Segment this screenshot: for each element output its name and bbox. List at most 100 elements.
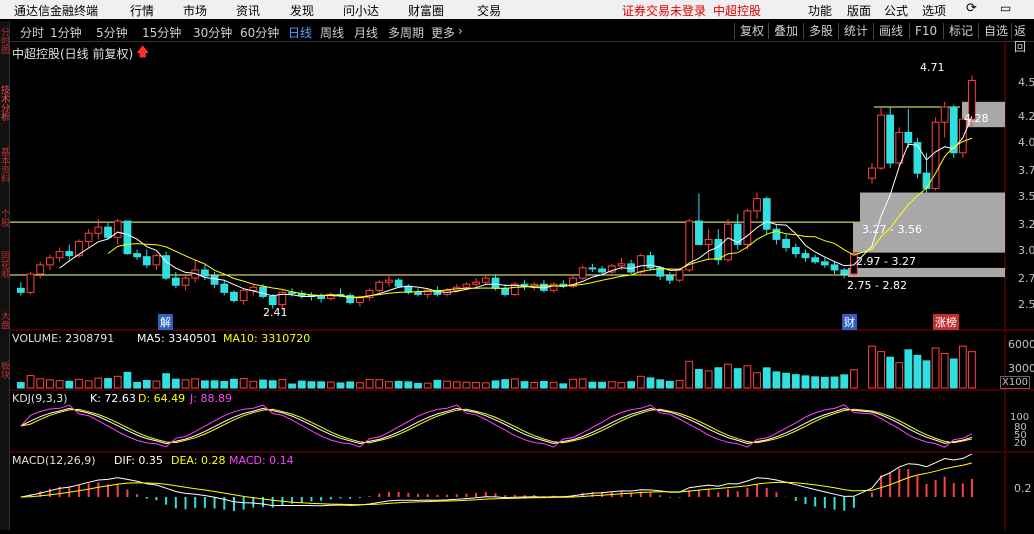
volume-bar bbox=[904, 349, 913, 389]
volume-bar bbox=[724, 363, 732, 389]
menu-item-xuanxiang[interactable]: 选项 bbox=[922, 2, 946, 19]
volume-bar bbox=[278, 379, 287, 389]
candle-body bbox=[394, 279, 403, 287]
overlay-button[interactable]: 叠加 bbox=[768, 23, 803, 39]
volume-bar bbox=[181, 379, 190, 389]
f10-button[interactable]: F10 bbox=[909, 23, 942, 39]
tab-daily[interactable]: 日线 bbox=[288, 24, 312, 41]
multi-stock-button[interactable]: 多股 bbox=[803, 23, 838, 39]
minimize-icon[interactable]: ▭ bbox=[1000, 1, 1011, 15]
candle-body bbox=[375, 281, 384, 291]
menu-item-banmian[interactable]: 版面 bbox=[847, 2, 871, 19]
up-arrow-icon: 🡅 bbox=[136, 45, 150, 60]
menu-item-gongshi[interactable]: 公式 bbox=[884, 2, 908, 19]
menu-item-wenxiaoda[interactable]: 问小达 bbox=[343, 2, 379, 19]
tab-more[interactable]: 更多 bbox=[431, 24, 455, 41]
volume-bar bbox=[191, 378, 200, 389]
sidebar-item-ths[interactable]: 同花顺 bbox=[0, 251, 9, 278]
cai-marker[interactable]: 财 bbox=[842, 314, 857, 330]
candle-body bbox=[636, 255, 645, 273]
volume-bar bbox=[84, 380, 93, 389]
menu-item-caifuquan[interactable]: 财富圈 bbox=[408, 2, 444, 19]
mark-button[interactable]: 标记 bbox=[943, 23, 978, 39]
menu-item-jiaoyi[interactable]: 交易 bbox=[477, 2, 501, 19]
tab-60min[interactable]: 60分钟 bbox=[240, 24, 279, 41]
tab-30min[interactable]: 30分钟 bbox=[193, 24, 232, 41]
zhangbang-marker[interactable]: 涨榜 bbox=[933, 314, 959, 330]
volume-bar bbox=[230, 378, 238, 389]
volume-bar bbox=[695, 369, 703, 389]
volume-bar bbox=[104, 378, 112, 389]
menu-item-zixun[interactable]: 资讯 bbox=[236, 2, 260, 19]
candle-body bbox=[695, 220, 703, 245]
volume-bar bbox=[94, 377, 103, 389]
kdj-k-line bbox=[20, 407, 973, 445]
sidebar-item-basic[interactable]: 基本资料 bbox=[0, 147, 9, 183]
volume-bar bbox=[617, 382, 626, 389]
price-tick: 4.5 bbox=[1018, 76, 1034, 89]
volume-bar bbox=[811, 376, 820, 389]
stock-link[interactable]: 中超控股 bbox=[713, 2, 761, 19]
statistics-button[interactable]: 统计 bbox=[838, 23, 873, 39]
candle-body bbox=[84, 232, 93, 242]
volume-bar bbox=[336, 382, 345, 389]
kdj-d: D: 64.49 bbox=[138, 392, 186, 405]
menu-item-gongneng[interactable]: 功能 bbox=[808, 2, 832, 19]
volume-bar bbox=[113, 375, 122, 389]
macd-dea-line bbox=[20, 462, 973, 506]
volume-bar bbox=[540, 380, 548, 389]
sidebar-item-tech[interactable]: 技术分析 bbox=[0, 85, 9, 121]
volume-bar bbox=[472, 382, 481, 389]
volume-bar bbox=[922, 360, 931, 389]
tab-multi-period[interactable]: 多周期 bbox=[388, 24, 424, 41]
watchlist-button[interactable]: 自选 bbox=[978, 23, 1013, 39]
refresh-icon[interactable]: ⟳ bbox=[966, 1, 977, 16]
menu-item-faxian[interactable]: 发现 bbox=[290, 2, 314, 19]
candle-body bbox=[385, 279, 393, 283]
menu-item-shichang[interactable]: 市场 bbox=[183, 2, 207, 19]
candle-body bbox=[220, 283, 229, 293]
chevron-right-icon[interactable]: › bbox=[458, 24, 463, 38]
volume-bar bbox=[588, 381, 597, 389]
candle-body bbox=[152, 255, 161, 266]
volume-bar bbox=[685, 360, 694, 389]
tab-fenshi[interactable]: 分时 bbox=[20, 24, 44, 41]
price-tick: 3.7 bbox=[1018, 164, 1034, 177]
volume-bar bbox=[559, 383, 568, 389]
volume-bar bbox=[326, 381, 335, 389]
candle-body bbox=[578, 267, 587, 279]
volume-bar bbox=[162, 373, 171, 389]
fuquan-button[interactable]: 复权 bbox=[734, 23, 769, 39]
volume-bar bbox=[268, 380, 277, 389]
volume-bar bbox=[549, 381, 558, 389]
sidebar-item-market[interactable]: 大盘 bbox=[0, 311, 9, 329]
volume-bar bbox=[123, 371, 132, 389]
volume-bar bbox=[968, 351, 976, 389]
candle-body bbox=[414, 291, 422, 295]
back-button[interactable]: 返回 bbox=[1011, 23, 1034, 54]
volume-bar bbox=[201, 380, 209, 389]
tab-monthly[interactable]: 月线 bbox=[354, 24, 378, 41]
tab-15min[interactable]: 15分钟 bbox=[142, 24, 181, 41]
tab-5min[interactable]: 5分钟 bbox=[96, 24, 128, 41]
tab-weekly[interactable]: 周线 bbox=[320, 24, 344, 41]
jie-marker[interactable]: 解 bbox=[158, 314, 173, 330]
sidebar-item-sector[interactable]: 板块 bbox=[0, 361, 9, 379]
volume-bar bbox=[627, 381, 636, 389]
sidebar-item-stock[interactable]: 个股 bbox=[0, 209, 9, 227]
draw-line-button[interactable]: 画线 bbox=[873, 23, 908, 39]
volume-bar bbox=[665, 380, 674, 389]
chart-area[interactable]: 中超控股(日线 前复权) 🡅 4.5 4.2 4.0 3.7 3.5 3.2 3… bbox=[10, 42, 1034, 530]
candle-body bbox=[753, 198, 761, 212]
trade-login-alert[interactable]: 证券交易未登录 bbox=[622, 2, 706, 19]
candle-body bbox=[75, 240, 83, 257]
candle-body bbox=[104, 226, 112, 238]
volume-bar bbox=[772, 371, 781, 389]
chart-title: 中超控股(日线 前复权) bbox=[12, 47, 134, 61]
volume-bar bbox=[365, 378, 374, 389]
kdj-k: K: 72.63 bbox=[90, 392, 136, 405]
tab-1min[interactable]: 1分钟 bbox=[50, 24, 82, 41]
menu-item-hangqing[interactable]: 行情 bbox=[130, 2, 154, 19]
volume-bar bbox=[385, 381, 393, 389]
sidebar-item-fenshi[interactable]: 分时图 bbox=[0, 27, 9, 54]
